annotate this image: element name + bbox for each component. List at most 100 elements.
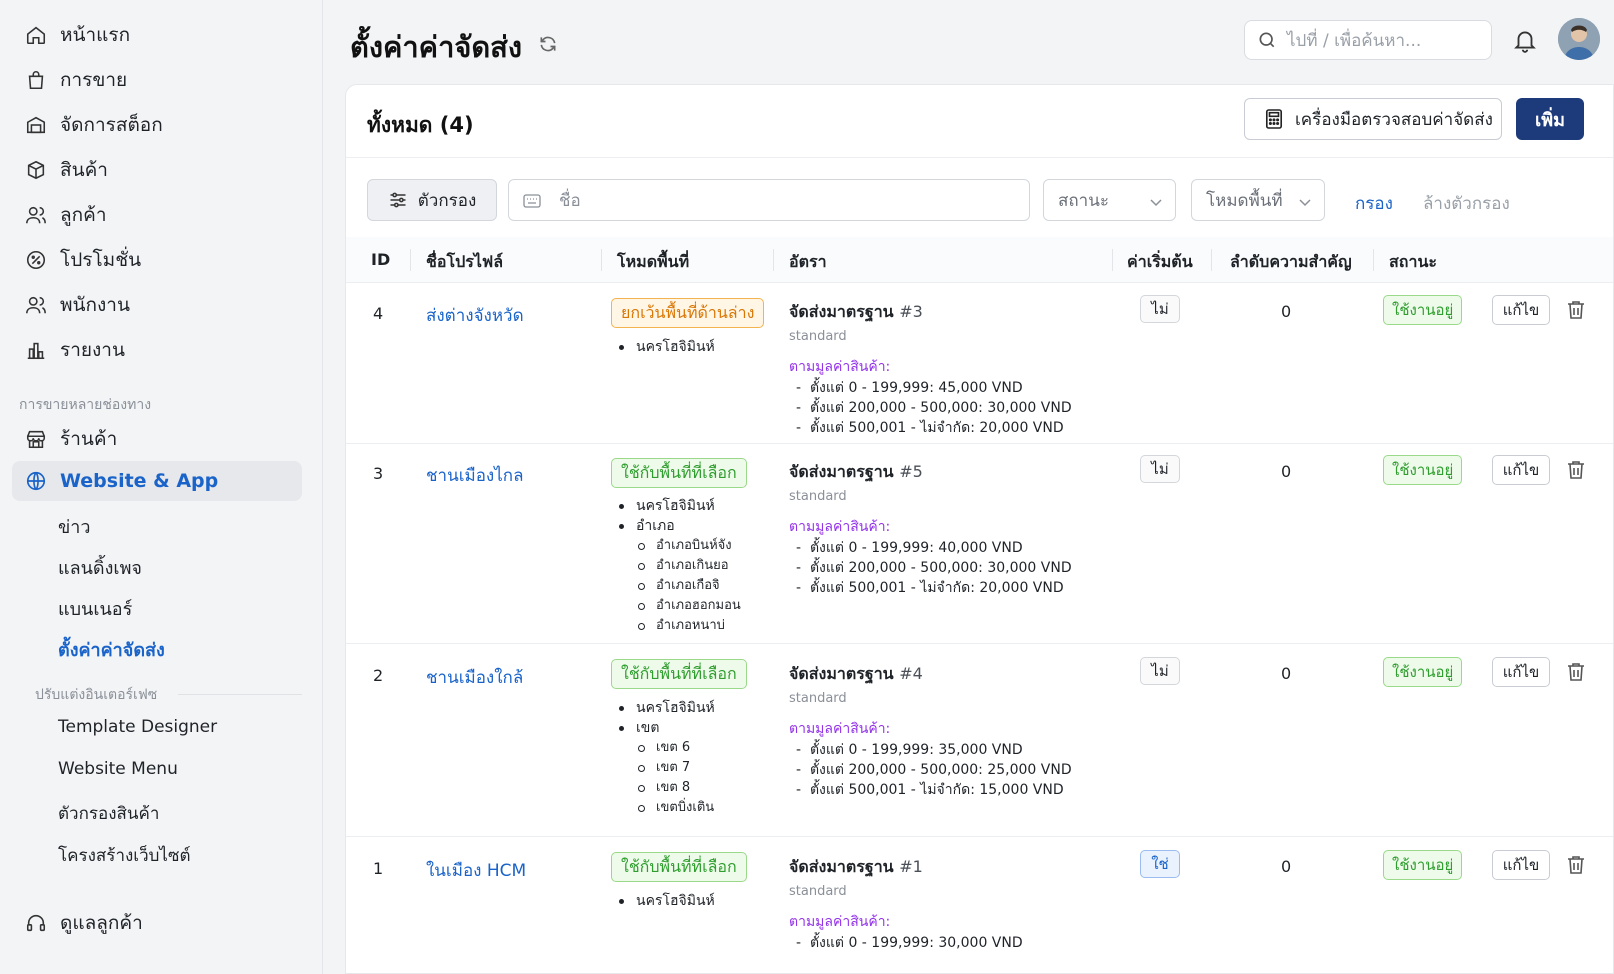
avatar[interactable] <box>1558 18 1600 60</box>
column-header: ชื่อโปรไฟล์ <box>426 252 503 271</box>
rate-info: จัดส่งมาตรฐาน #3 standard ตามมูลค่าสินค้… <box>789 300 1072 438</box>
area-item: นครโฮจิมินห์ <box>616 698 715 718</box>
rate-tier: - ตั้งแต่ 0 - 199,999: 30,000 VND <box>796 935 1023 951</box>
rate-tier: - ตั้งแต่ 200,000 - 500,000: 30,000 VND <box>796 400 1072 416</box>
apply-filter-link[interactable]: กรอง <box>1355 190 1393 217</box>
column-header: อัตรา <box>789 252 827 271</box>
column-separator <box>1373 249 1374 271</box>
rate-by-label: ตามมูลค่าสินค้า: <box>789 519 891 535</box>
priority-value: 0 <box>1281 857 1292 876</box>
table-header: ID ชื่อโปรไฟล์ โหมดพื้นที่ อัตรา ค่าเริ่… <box>346 237 1613 283</box>
sidebar-item-label: ร้านค้า <box>60 428 118 450</box>
trash-icon[interactable] <box>1567 855 1585 875</box>
trash-icon[interactable] <box>1567 300 1585 320</box>
sidebar-item-label: พนักงาน <box>60 294 130 316</box>
name-filter-input[interactable]: ชื่อ <box>508 179 1030 221</box>
area-mode-select-value: โหมดพื้นที่ <box>1206 190 1283 211</box>
sub-area-item: อำเภอฮอกมอน <box>616 596 741 616</box>
rate-tier: - ตั้งแต่ 500,001 - ไม่จำกัด: 20,000 VND <box>796 420 1064 436</box>
sidebar-subitem-landing[interactable]: แลนดิ้งเพจ <box>58 553 142 582</box>
sidebar-item-reports[interactable]: รายงาน <box>12 330 302 370</box>
sidebar-subitem-news[interactable]: ข่าว <box>58 512 91 541</box>
page-title: ตั้งค่าค่าจัดส่ง <box>350 30 523 64</box>
column-separator <box>1211 249 1212 271</box>
sidebar-item-customers[interactable]: ลูกค้า <box>12 195 302 235</box>
area-mode-select[interactable]: โหมดพื้นที่ <box>1191 179 1325 221</box>
rate-name: จัดส่งมาตรฐาน <box>789 664 894 683</box>
edit-button[interactable]: แก้ไข <box>1492 455 1550 485</box>
sub-area-item: เขตบิ่งเติน <box>616 798 715 818</box>
rate-by-label: ตามมูลค่าสินค้า: <box>789 359 891 375</box>
status-select[interactable]: สถานะ <box>1043 179 1176 221</box>
area-item: นครโฮจิมินห์ <box>616 891 715 911</box>
sidebar-item-staff[interactable]: พนักงาน <box>12 285 302 325</box>
status-badge: ใช้งานอยู่ <box>1383 295 1463 325</box>
rate-tier: - ตั้งแต่ 500,001 - ไม่จำกัด: 15,000 VND <box>796 782 1064 798</box>
profile-name-link[interactable]: ชานเมืองใกล้ <box>426 664 523 691</box>
area-item: นครโฮจิมินห์ <box>616 496 741 516</box>
sidebar-item-home[interactable]: หน้าแรก <box>12 15 302 55</box>
rate-info: จัดส่งมาตรฐาน #1 standard ตามมูลค่าสินค้… <box>789 855 1023 953</box>
sub-area-item: อำเภอหนาบ่ <box>616 616 741 636</box>
edit-button[interactable]: แก้ไข <box>1492 657 1550 687</box>
area-list: นครโฮจิมินห์ <box>616 337 715 357</box>
trash-icon[interactable] <box>1567 662 1585 682</box>
sidebar-item-label: รายงาน <box>60 339 125 361</box>
bell-icon[interactable] <box>1512 26 1538 54</box>
row-id: 2 <box>373 666 384 685</box>
sidebar-subitem-template[interactable]: Template Designer <box>58 717 217 737</box>
profile-name-link[interactable]: ในเมือง HCM <box>426 857 526 884</box>
rate-type: standard <box>789 489 847 504</box>
sidebar-subitem-menu[interactable]: Website Menu <box>58 759 178 779</box>
search-input[interactable]: ไปที่ / เพื่อค้นหา... <box>1244 20 1492 60</box>
priority-value: 0 <box>1281 664 1292 683</box>
add-button[interactable]: เพิ่ม <box>1516 98 1584 140</box>
sidebar-item-stock[interactable]: จัดการสต็อก <box>12 105 302 145</box>
status-select-value: สถานะ <box>1058 190 1109 211</box>
shopping-bag-icon <box>24 68 48 92</box>
refresh-icon[interactable] <box>538 34 560 56</box>
row-id: 3 <box>373 464 384 483</box>
card-divider <box>346 157 1613 158</box>
rate-tier: - ตั้งแต่ 0 - 199,999: 40,000 VND <box>796 540 1023 556</box>
filter-button[interactable]: ตัวกรอง <box>367 179 497 221</box>
section-multichannel: การขายหลายช่องทาง <box>19 397 152 413</box>
sidebar-item-support[interactable]: ดูแลลูกค้า <box>12 903 302 943</box>
sidebar-item-website-app[interactable]: Website & App <box>12 461 302 501</box>
column-separator <box>773 249 774 271</box>
rate-number: #1 <box>899 857 923 876</box>
rate-tier: - ตั้งแต่ 200,000 - 500,000: 25,000 VND <box>796 762 1072 778</box>
sidebar-subitem-site-structure[interactable]: โครงสร้างเว็บไซต์ <box>58 842 191 869</box>
trash-icon[interactable] <box>1567 460 1585 480</box>
edit-button[interactable]: แก้ไข <box>1492 295 1550 325</box>
shipping-checker-button[interactable]: เครื่องมือตรวจสอบค่าจัดส่ง <box>1244 98 1502 140</box>
sidebar-subitem-shipping[interactable]: ตั้งค่าค่าจัดส่ง <box>58 635 165 664</box>
chart-icon <box>24 338 48 362</box>
sidebar-subitem-product-filter[interactable]: ตัวกรองสินค้า <box>58 800 159 827</box>
rate-type: standard <box>789 329 847 344</box>
profile-name-link[interactable]: ชานเมืองไกล <box>426 462 524 489</box>
sub-area-item: เขต 8 <box>616 778 715 798</box>
column-header: ID <box>371 250 391 269</box>
sidebar-item-products[interactable]: สินค้า <box>12 150 302 190</box>
sidebar-item-label: ลูกค้า <box>60 204 107 226</box>
column-header: ลำดับความสำคัญ <box>1230 252 1352 271</box>
sidebar-item-promotions[interactable]: โปรโมชั่น <box>12 240 302 280</box>
table-row: 1 ในเมือง HCM ใช้กับพื้นที่ที่เลือก นครโ… <box>346 837 1613 974</box>
sidebar-item-sales[interactable]: การขาย <box>12 60 302 100</box>
status-badge: ใช้งานอยู่ <box>1383 657 1463 687</box>
clear-filter-link[interactable]: ล้างตัวกรอง <box>1423 190 1510 217</box>
rate-tier: - ตั้งแต่ 0 - 199,999: 35,000 VND <box>796 742 1023 758</box>
profile-name-link[interactable]: ส่งต่างจังหวัด <box>426 302 524 329</box>
sidebar-subitem-banner[interactable]: แบนเนอร์ <box>58 594 132 623</box>
area-list: นครโฮจิมินห์ เขต เขต 6 เขต 7 เขต 8 เขตบิ… <box>616 698 715 818</box>
sidebar-item-store[interactable]: ร้านค้า <box>12 419 302 459</box>
store-icon <box>24 427 48 451</box>
default-badge: ไม่ <box>1140 657 1180 685</box>
promotion-icon <box>24 248 48 272</box>
area-mode-tag: ใช้กับพื้นที่ที่เลือก <box>611 852 747 882</box>
row-id: 4 <box>373 304 384 323</box>
edit-button[interactable]: แก้ไข <box>1492 850 1550 880</box>
sidebar-item-label: การขาย <box>60 69 128 91</box>
sub-area-item: อำเภอบินห์จัง <box>616 536 741 556</box>
